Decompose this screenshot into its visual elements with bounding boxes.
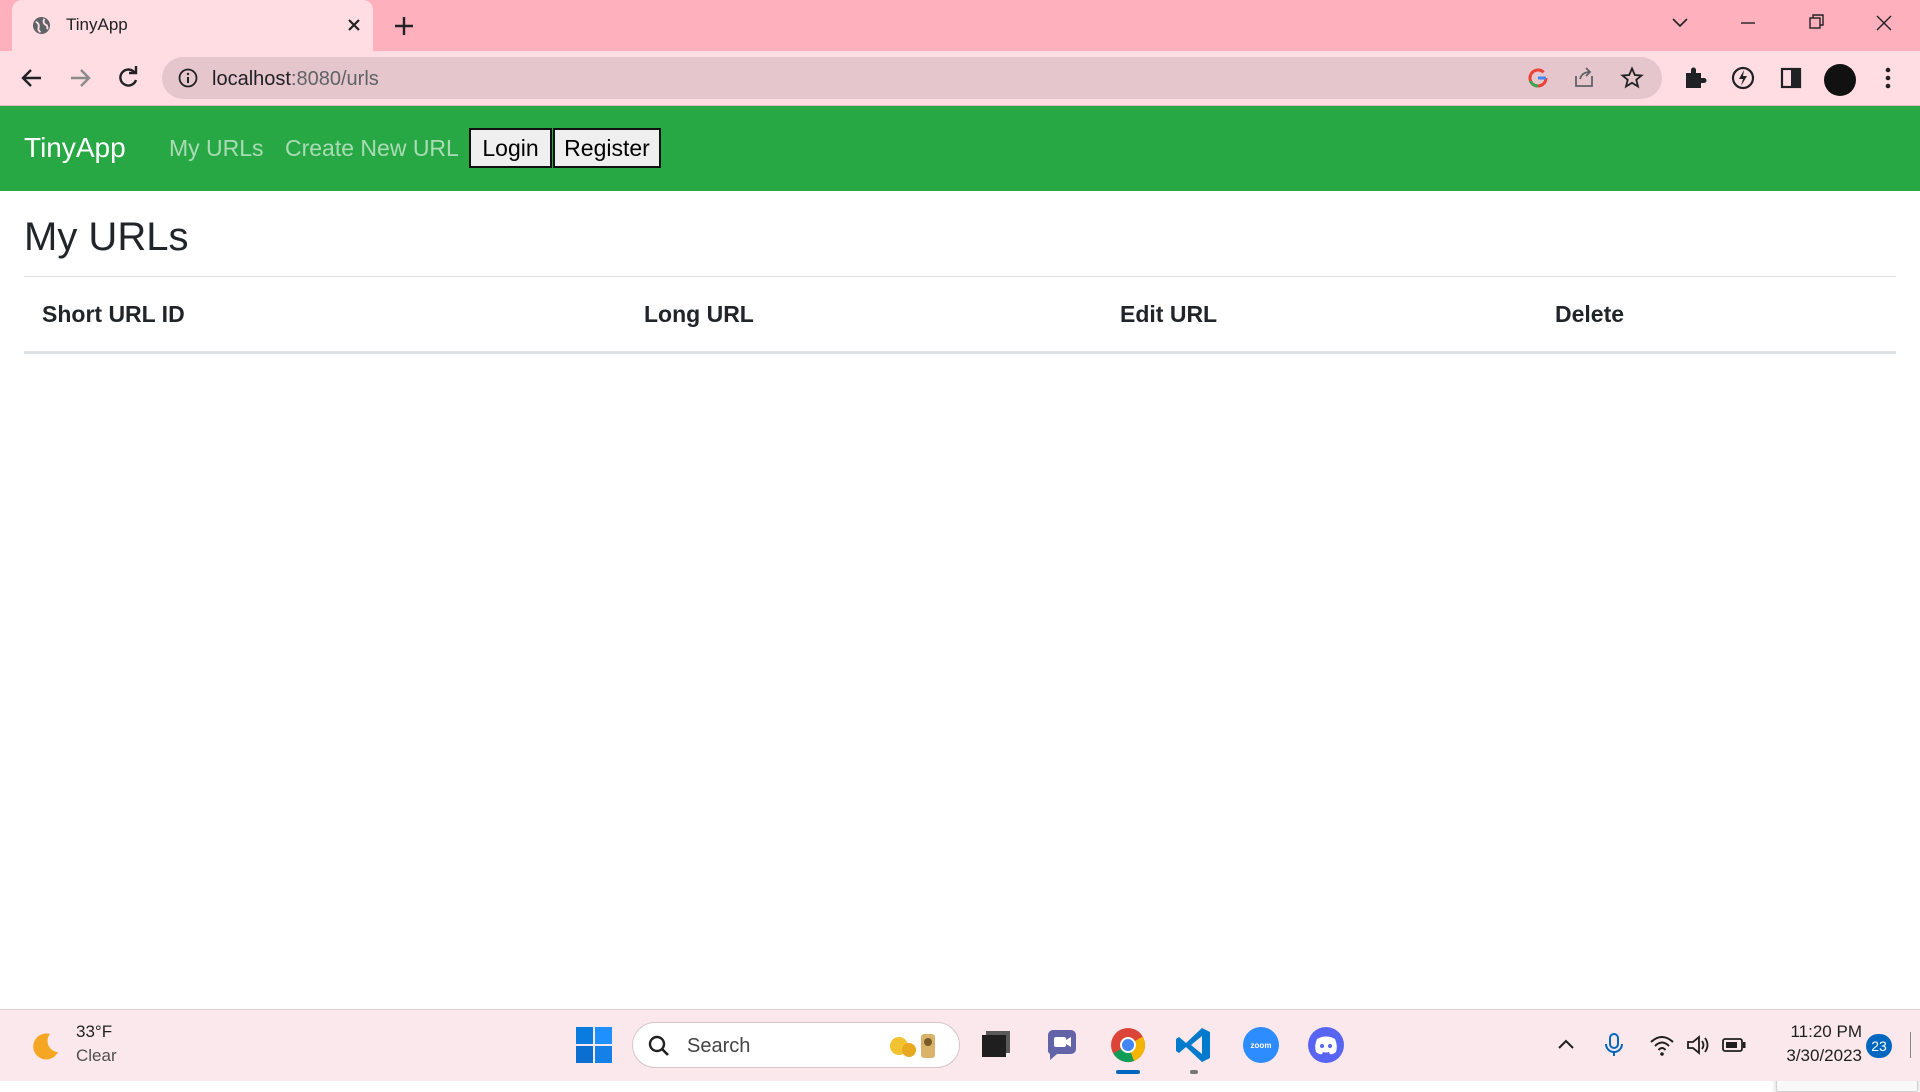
address-bar[interactable]: localhost:8080/urls [162,57,1662,99]
minimize-icon[interactable] [1730,10,1766,36]
page-title: My URLs [24,215,189,259]
login-button[interactable]: Login [469,128,552,168]
restore-icon[interactable] [1798,10,1834,36]
side-panel-icon[interactable] [1777,64,1805,92]
file-explorer-icon[interactable] [974,1025,1014,1065]
close-tab-icon[interactable] [343,14,365,36]
search-highlight-illustration-icon [890,1034,935,1058]
urls-table: Short URL ID Long URL Edit URL Delete [24,276,1896,354]
column-header-long-url: Long URL [644,301,754,327]
tab-title: TinyApp [66,15,128,34]
web-page: TinyApp My URLs Create New URL Login Reg… [0,106,1920,1092]
profile-avatar[interactable] [1824,64,1856,96]
show-desktop-button[interactable] [1910,1032,1911,1058]
performance-icon[interactable] [1729,64,1757,92]
app-navbar: TinyApp My URLs Create New URL Login Reg… [0,106,1920,191]
nav-link-my-urls[interactable]: My URLs [169,135,264,162]
taskbar-search-box[interactable]: Search [632,1022,960,1068]
kebab-menu-icon[interactable] [1874,64,1902,92]
search-label: Search [687,1035,751,1057]
site-info-icon[interactable] [178,68,198,88]
wifi-icon[interactable] [1649,1032,1675,1058]
register-button[interactable]: Register [553,128,661,168]
vscode-icon[interactable] [1174,1025,1214,1065]
column-header-delete: Delete [1555,301,1625,327]
moon-weather-icon[interactable] [28,1030,62,1064]
table-header-row: Short URL ID Long URL Edit URL Delete [24,277,1896,354]
clock-time[interactable]: 11:20 PM [1752,1022,1862,1042]
chrome-icon[interactable] [1108,1025,1148,1065]
extensions-puzzle-icon[interactable] [1681,64,1709,92]
browser-tab[interactable]: TinyApp [12,0,373,51]
back-arrow-icon[interactable] [18,64,46,92]
microphone-icon[interactable] [1601,1032,1627,1058]
notification-badge[interactable]: 23 [1866,1034,1892,1058]
close-window-icon[interactable] [1866,10,1902,36]
active-app-indicator [1116,1070,1140,1074]
column-header-edit-url: Edit URL [1120,301,1218,327]
svg-text:zoom: zoom [1251,1041,1272,1050]
weather-description[interactable]: Clear [76,1046,117,1066]
brand-link[interactable]: TinyApp [24,132,126,164]
search-icon [648,1035,669,1056]
nav-link-create-new-url[interactable]: Create New URL [285,135,459,162]
share-icon[interactable] [1572,66,1596,90]
teams-chat-icon[interactable] [1042,1025,1082,1065]
windows-start-icon[interactable] [574,1025,614,1065]
tab-search-chevron-icon[interactable] [1662,10,1698,36]
speaker-volume-icon[interactable] [1685,1032,1711,1058]
url-text[interactable]: localhost:8080/urls [212,68,379,91]
weather-temperature[interactable]: 33°F [76,1022,112,1042]
bookmark-star-icon[interactable] [1620,66,1644,90]
windows-taskbar: 33°F Clear Search zoom 11:20 PM 3/30/202… [0,1009,1920,1081]
globe-icon [32,16,51,35]
column-header-short-url-id: Short URL ID [42,301,185,327]
discord-icon[interactable] [1306,1025,1346,1065]
battery-icon[interactable] [1721,1032,1747,1058]
browser-tab-strip: TinyApp [0,0,1920,51]
reload-icon[interactable] [114,64,142,92]
new-tab-icon[interactable] [392,14,416,38]
browser-toolbar: localhost:8080/urls [0,51,1920,106]
chevron-up-icon[interactable] [1553,1032,1579,1058]
google-lens-icon[interactable] [1526,66,1550,90]
zoom-icon[interactable]: zoom [1241,1025,1281,1065]
clock-date[interactable]: 3/30/2023 [1752,1046,1862,1066]
running-app-indicator [1190,1070,1198,1074]
forward-arrow-icon[interactable] [66,64,94,92]
